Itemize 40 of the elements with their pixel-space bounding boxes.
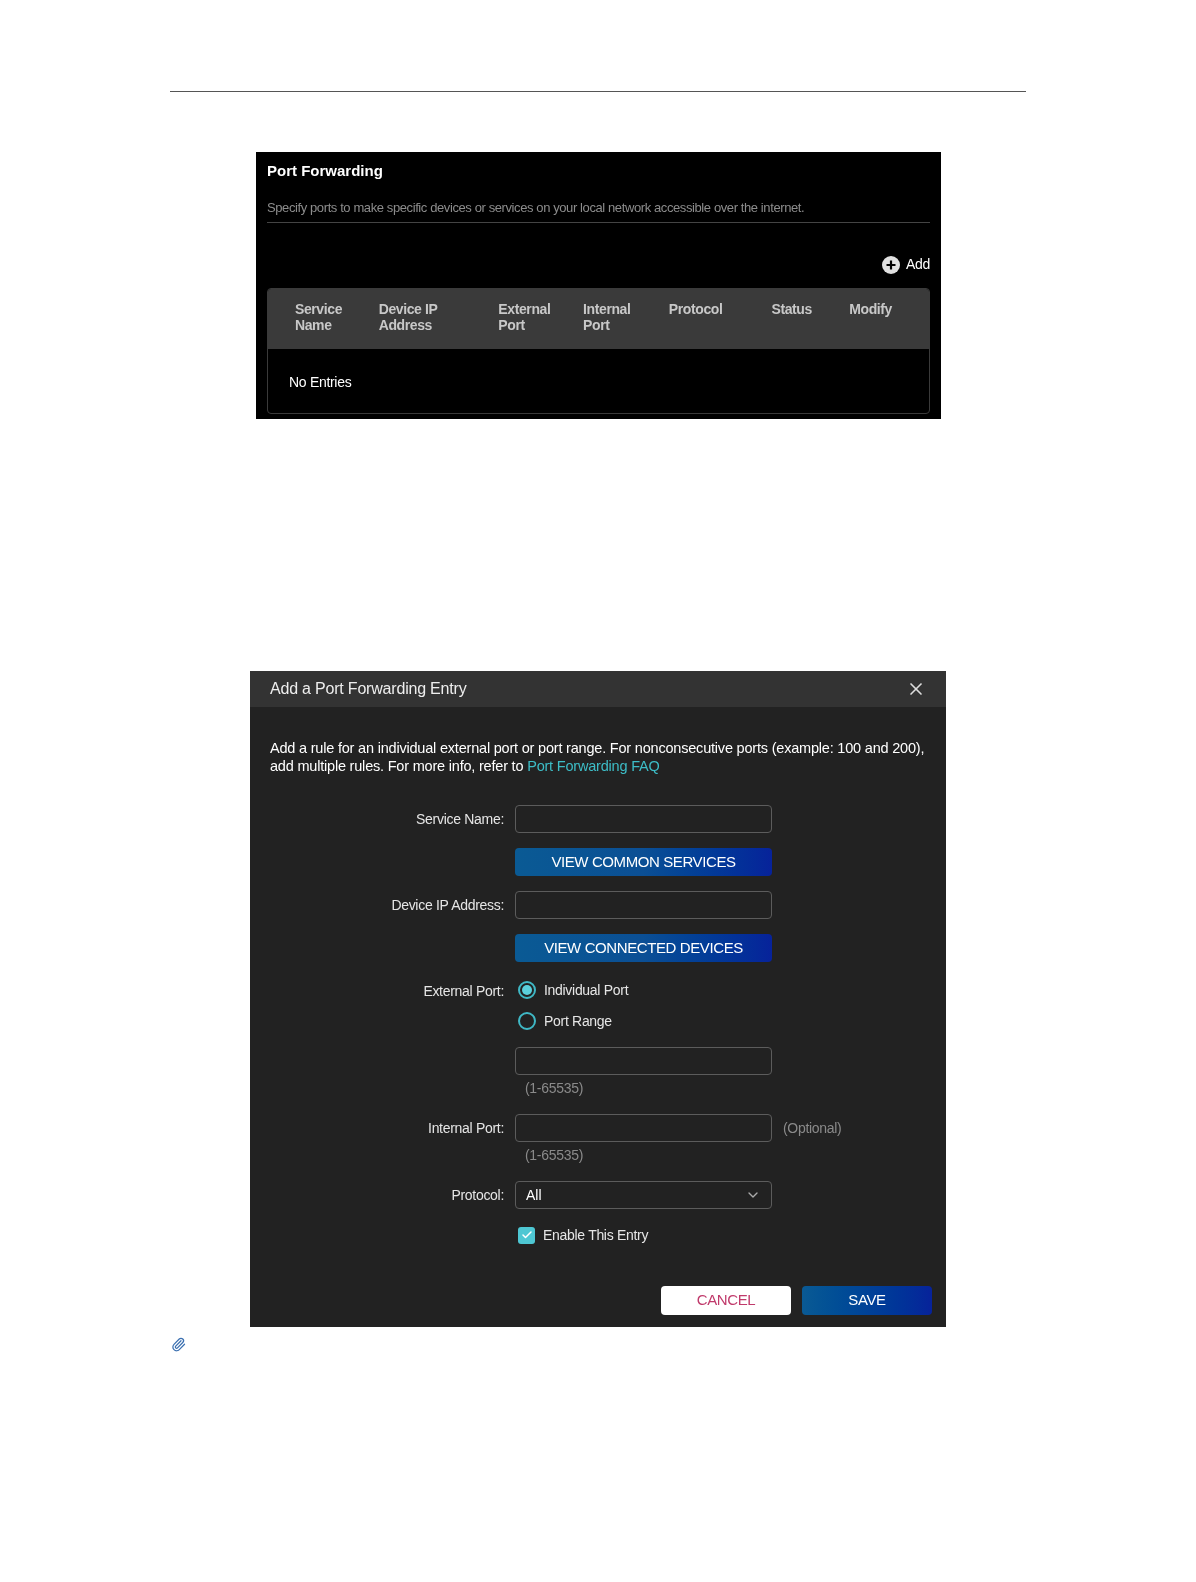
radio-button[interactable] xyxy=(518,1012,536,1030)
empty-message: No Entries xyxy=(289,373,352,392)
action-button[interactable]: VIEW COMMON SERVICES xyxy=(515,848,772,876)
plus-circle-icon xyxy=(882,255,900,274)
protocol-dropdown[interactable]: All xyxy=(515,1181,772,1209)
text-field[interactable] xyxy=(515,1114,772,1142)
field-label: Internal Port: xyxy=(428,1118,504,1138)
cancel-button[interactable]: CANCEL xyxy=(661,1286,791,1315)
field-label: External Port: xyxy=(423,981,504,1001)
add-button[interactable]: Add xyxy=(882,254,930,275)
checkbox-option[interactable]: Enable This Entry xyxy=(515,1224,946,1246)
dialog-description: Add a rule for an individual external port or port range. For nonconsecutive ports (example: 100 and 200), add multiple rules. For more info, refer to Port Forwarding FAQ xyxy=(270,739,926,775)
panel-description: Specify ports to make specific devices or services on your local network accessible over the internet. xyxy=(267,197,930,223)
range-hint: (1-65535) xyxy=(525,1079,584,1098)
range-hint: (1-65535) xyxy=(525,1146,584,1165)
column-header: Modify xyxy=(849,301,893,319)
optional-note: (Optional) xyxy=(783,1118,842,1138)
column-header: External Port xyxy=(498,301,552,335)
field-label: Device IP Address: xyxy=(391,895,504,915)
column-header: Internal Port xyxy=(583,301,632,335)
radio-button[interactable] xyxy=(518,981,536,999)
check-icon xyxy=(520,1229,533,1241)
text-field[interactable] xyxy=(515,1047,772,1075)
save-button[interactable]: SAVE xyxy=(802,1286,932,1315)
text-field[interactable] xyxy=(515,891,772,919)
dialog-title: Add a Port Forwarding Entry xyxy=(270,679,467,699)
column-header: Device IP Address xyxy=(378,301,439,335)
radio-option[interactable]: Port Range xyxy=(515,1010,946,1032)
text-field[interactable] xyxy=(515,805,772,833)
field-label: Service Name: xyxy=(416,809,504,829)
column-header: Service Name xyxy=(295,301,344,335)
radio-option[interactable]: Individual Port xyxy=(515,979,946,1001)
paperclip-icon xyxy=(171,1337,186,1352)
column-header: Protocol xyxy=(668,301,724,319)
faq-link[interactable]: Port Forwarding FAQ xyxy=(527,758,660,774)
checkbox[interactable] xyxy=(518,1226,535,1244)
column-header: Status xyxy=(771,301,813,319)
action-button[interactable]: VIEW CONNECTED DEVICES xyxy=(515,934,772,962)
field-label: Protocol: xyxy=(451,1185,504,1205)
panel-title: Port Forwarding xyxy=(267,161,384,181)
